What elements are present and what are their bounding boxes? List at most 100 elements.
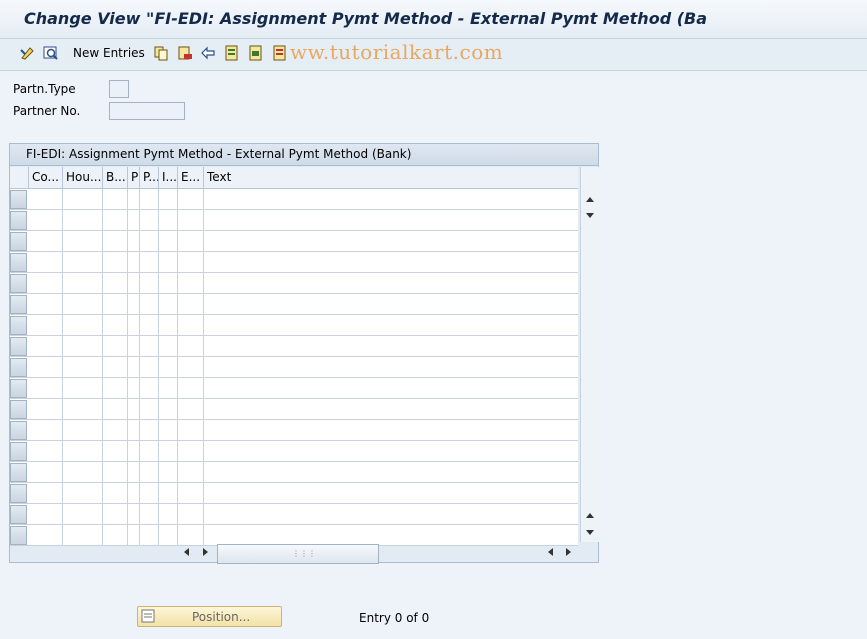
display-change-icon[interactable]: [19, 45, 35, 61]
table-cell[interactable]: [178, 273, 204, 293]
column-header[interactable]: B...: [103, 167, 128, 188]
table-cell[interactable]: [140, 399, 159, 419]
row-selector[interactable]: [10, 253, 27, 272]
table-cell[interactable]: [140, 315, 159, 335]
table-cell[interactable]: [140, 252, 159, 272]
table-cell[interactable]: [29, 441, 63, 461]
table-cell[interactable]: [29, 189, 63, 209]
row-selector[interactable]: [10, 316, 27, 335]
table-cell[interactable]: [103, 357, 128, 377]
table-cell[interactable]: [140, 294, 159, 314]
table-cell[interactable]: [103, 210, 128, 230]
table-cell[interactable]: [63, 210, 103, 230]
row-selector[interactable]: [10, 190, 27, 209]
select-all-rows-cell[interactable]: [10, 167, 29, 188]
table-cell[interactable]: [159, 315, 178, 335]
table-cell[interactable]: [128, 210, 140, 230]
table-cell[interactable]: [178, 189, 204, 209]
table-cell[interactable]: [159, 294, 178, 314]
table-cell[interactable]: [63, 273, 103, 293]
table-cell[interactable]: [63, 336, 103, 356]
table-cell[interactable]: [140, 441, 159, 461]
row-selector[interactable]: [10, 526, 27, 545]
row-selector[interactable]: [10, 274, 27, 293]
table-cell[interactable]: [29, 357, 63, 377]
table-cell[interactable]: [159, 336, 178, 356]
table-cell[interactable]: [140, 231, 159, 251]
table-cell[interactable]: [128, 357, 140, 377]
table-cell[interactable]: [178, 315, 204, 335]
row-selector[interactable]: [10, 484, 27, 503]
table-cell[interactable]: [204, 294, 578, 314]
table-cell[interactable]: [63, 483, 103, 503]
row-selector[interactable]: [10, 232, 27, 251]
row-selector[interactable]: [10, 442, 27, 461]
table-cell[interactable]: [204, 483, 578, 503]
table-cell[interactable]: [204, 462, 578, 482]
table-cell[interactable]: [63, 252, 103, 272]
column-header[interactable]: P...: [140, 167, 159, 188]
table-cell[interactable]: [103, 483, 128, 503]
table-cell[interactable]: [159, 210, 178, 230]
table-cell[interactable]: [128, 462, 140, 482]
table-cell[interactable]: [159, 483, 178, 503]
table-cell[interactable]: [204, 441, 578, 461]
table-cell[interactable]: [128, 483, 140, 503]
table-cell[interactable]: [159, 231, 178, 251]
table-cell[interactable]: [29, 504, 63, 524]
table-cell[interactable]: [178, 399, 204, 419]
row-selector[interactable]: [10, 421, 27, 440]
table-cell[interactable]: [103, 294, 128, 314]
table-cell[interactable]: [63, 420, 103, 440]
deselect-all-icon[interactable]: [272, 45, 288, 61]
table-cell[interactable]: [204, 399, 578, 419]
column-header[interactable]: P: [128, 167, 140, 188]
table-cell[interactable]: [103, 231, 128, 251]
scroll-page-down-icon[interactable]: [586, 530, 594, 535]
table-cell[interactable]: [63, 315, 103, 335]
table-cell[interactable]: [63, 525, 103, 545]
table-cell[interactable]: [29, 252, 63, 272]
new-entries-button[interactable]: New Entries: [73, 46, 145, 60]
scroll-left-icon[interactable]: [184, 548, 189, 556]
scroll-right-icon-2[interactable]: [566, 548, 571, 556]
table-cell[interactable]: [103, 441, 128, 461]
row-selector[interactable]: [10, 211, 27, 230]
table-cell[interactable]: [128, 294, 140, 314]
column-header[interactable]: Text: [204, 167, 578, 188]
table-cell[interactable]: [63, 294, 103, 314]
table-cell[interactable]: [159, 399, 178, 419]
table-cell[interactable]: [29, 399, 63, 419]
table-cell[interactable]: [103, 420, 128, 440]
table-cell[interactable]: [63, 231, 103, 251]
table-cell[interactable]: [178, 420, 204, 440]
column-header[interactable]: E...: [178, 167, 204, 188]
table-cell[interactable]: [204, 315, 578, 335]
table-cell[interactable]: [128, 336, 140, 356]
table-cell[interactable]: [103, 378, 128, 398]
table-cell[interactable]: [159, 252, 178, 272]
table-cell[interactable]: [204, 357, 578, 377]
table-cell[interactable]: [29, 294, 63, 314]
table-cell[interactable]: [63, 189, 103, 209]
partner-type-field[interactable]: [109, 80, 129, 98]
table-cell[interactable]: [178, 294, 204, 314]
table-cell[interactable]: [140, 462, 159, 482]
row-selector[interactable]: [10, 463, 27, 482]
table-cell[interactable]: [128, 420, 140, 440]
table-cell[interactable]: [140, 525, 159, 545]
table-cell[interactable]: [29, 315, 63, 335]
table-cell[interactable]: [128, 273, 140, 293]
table-cell[interactable]: [159, 441, 178, 461]
column-header[interactable]: I...: [159, 167, 178, 188]
table-cell[interactable]: [63, 462, 103, 482]
column-header[interactable]: Co...: [29, 167, 63, 188]
table-cell[interactable]: [178, 210, 204, 230]
row-selector[interactable]: [10, 337, 27, 356]
table-cell[interactable]: [128, 189, 140, 209]
table-cell[interactable]: [103, 462, 128, 482]
table-cell[interactable]: [204, 273, 578, 293]
table-cell[interactable]: [103, 273, 128, 293]
table-cell[interactable]: [29, 483, 63, 503]
table-cell[interactable]: [159, 273, 178, 293]
